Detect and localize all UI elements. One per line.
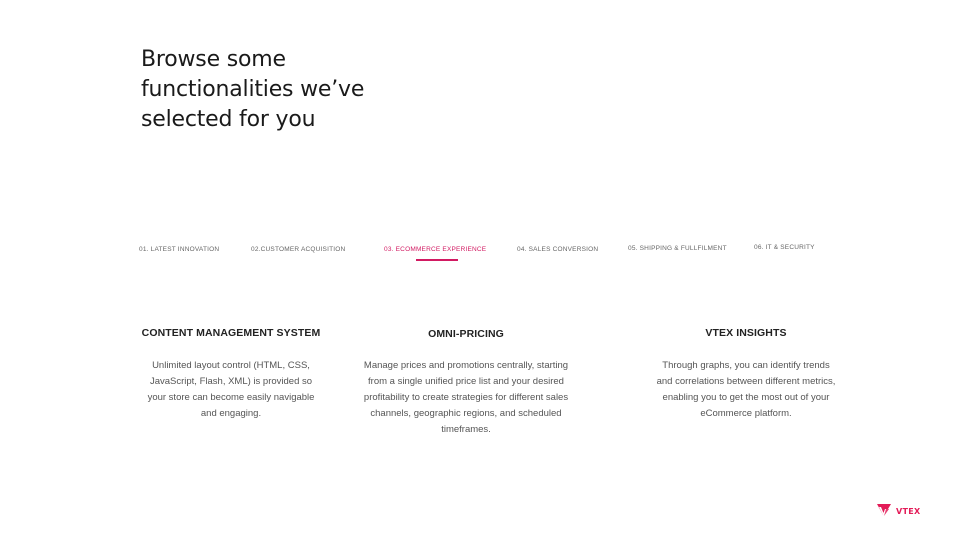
headline-line-3: selected for you (141, 107, 316, 132)
card-omni-pricing: OMNI-PRICING Manage prices and promotion… (356, 328, 576, 438)
tab-sales-conversion[interactable]: 04. SALES CONVERSION (517, 246, 598, 253)
card-vtex-insights: VTEX INSIGHTS Through graphs, you can id… (656, 327, 836, 422)
card-title: VTEX INSIGHTS (705, 327, 787, 339)
card-title: CONTENT MANAGEMENT SYSTEM (141, 327, 321, 339)
vtex-logo-text: VTEX (896, 507, 921, 516)
card-description: Unlimited layout control (HTML, CSS, Jav… (147, 360, 315, 419)
tab-latest-innovation[interactable]: 01. LATEST INNOVATION (139, 246, 219, 253)
card-description: Manage prices and promotions centrally, … (363, 360, 569, 435)
headline-line-1: Browse some (141, 47, 286, 72)
tab-customer-acquisition[interactable]: 02.CUSTOMER ACQUISITION (251, 246, 345, 253)
vtex-logo-icon (876, 502, 892, 521)
page-headline: Browse some functionalities we’ve select… (141, 45, 441, 135)
headline-line-2: functionalities we’ve (141, 77, 365, 102)
card-title: OMNI-PRICING (428, 328, 504, 340)
active-tab-indicator (416, 259, 458, 261)
tab-ecommerce-experience[interactable]: 03. ECOMMERCE EXPERIENCE (384, 246, 486, 253)
tab-shipping-fulfilment[interactable]: 05. SHIPPING & FULLFILMENT (628, 245, 727, 252)
card-content-management-system: CONTENT MANAGEMENT SYSTEM Unlimited layo… (140, 327, 322, 422)
card-description: Through graphs, you can identify trends … (656, 360, 836, 419)
vtex-logo: VTEX (876, 502, 920, 521)
tab-it-security[interactable]: 06. IT & SECURITY (754, 244, 815, 251)
